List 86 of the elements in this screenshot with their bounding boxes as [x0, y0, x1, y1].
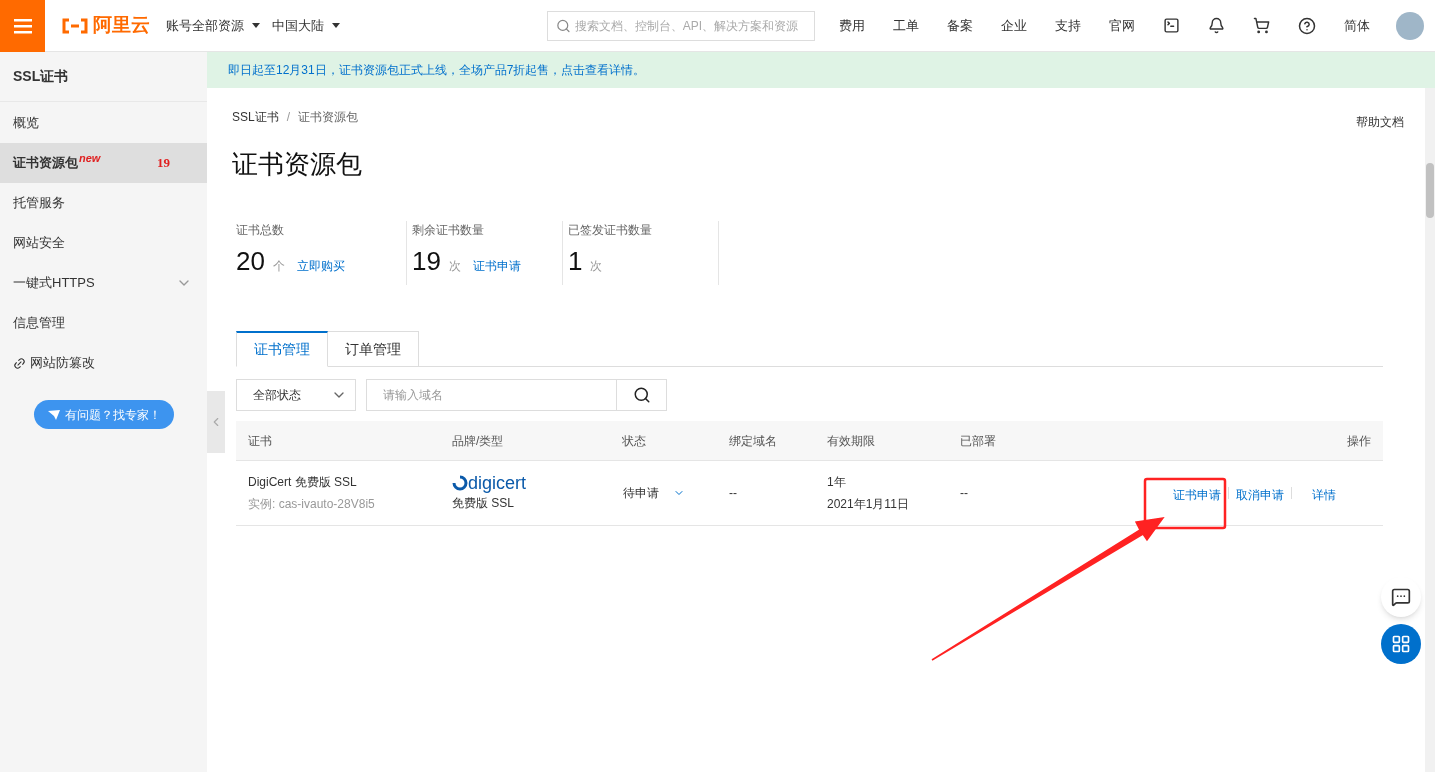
promo-banner[interactable]: 即日起至12月31日，证书资源包正式上线，全场产品7折起售，点击查看详情。 — [207, 52, 1435, 88]
region-dropdown[interactable]: 中国大陆 — [272, 15, 340, 36]
status-text: 待申请 — [623, 485, 659, 502]
nav-link[interactable]: 费用 — [839, 15, 865, 36]
stat-label: 证书总数 — [236, 222, 285, 239]
item-count: 19 — [157, 154, 170, 173]
column-header: 品牌/类型 — [451, 432, 505, 450]
bird-icon — [46, 408, 61, 421]
item-label: 证书资源包 — [13, 154, 78, 173]
stat-label: 已签发证书数量 — [568, 222, 653, 239]
sidebar-item[interactable]: 托管服务 — [0, 183, 207, 223]
chat-button[interactable] — [1381, 577, 1421, 617]
brand-logo: digicert — [452, 472, 610, 493]
search-icon — [632, 386, 651, 404]
item-label: 网站防篡改 — [30, 354, 95, 373]
column-header: 证书 — [247, 432, 273, 450]
stat-link[interactable]: 立即购买 — [296, 257, 345, 275]
tab[interactable]: 证书管理 — [236, 331, 328, 367]
search-icon — [556, 17, 571, 34]
certificate-name: DigiCert 免费版 SSL — [248, 474, 358, 491]
terminal-icon[interactable] — [1163, 17, 1180, 34]
logo-icon — [452, 474, 468, 491]
item-label: 概览 — [13, 114, 39, 133]
stat-unit: 次 — [448, 258, 461, 275]
sidebar-item[interactable]: 概览 — [0, 103, 207, 143]
sidebar-item[interactable]: 一键式HTTPS — [0, 263, 207, 303]
column-header: 已部署 — [959, 432, 997, 450]
breadcrumb-link[interactable]: SSL证书 — [232, 108, 279, 126]
item-label: 网站安全 — [13, 234, 65, 253]
nav-link[interactable]: 工单 — [893, 15, 919, 36]
stat-link[interactable]: 证书申请 — [472, 257, 521, 275]
stat-value: 20 — [236, 247, 265, 275]
menu-button[interactable] — [0, 0, 45, 52]
logo-icon — [61, 17, 89, 34]
help-icon[interactable] — [1298, 16, 1316, 35]
nav-link[interactable]: 支持 — [1055, 15, 1081, 36]
account-dropdown[interactable]: 账号全部资源 — [166, 15, 260, 36]
domain-input[interactable]: 请输入域名 — [366, 379, 617, 411]
sidebar-item[interactable]: 网站防篡改 — [0, 343, 207, 383]
column-header: 操作 — [1346, 432, 1372, 450]
scrollbar-thumb[interactable] — [1426, 163, 1434, 218]
collapse-handle[interactable] — [207, 391, 225, 453]
stat-unit: 个 — [272, 258, 285, 275]
cart-icon[interactable] — [1253, 17, 1270, 34]
page-title: 证书资源包 — [232, 148, 363, 181]
apps-icon — [1391, 634, 1411, 654]
table-cell-text: -- — [959, 485, 969, 502]
brand-type: 免费版 SSL — [452, 494, 515, 512]
menu-icon — [13, 17, 32, 34]
expiry-date: 2021年1月11日 — [827, 496, 910, 513]
nav-link[interactable]: 企业 — [1001, 15, 1027, 36]
caret-icon — [252, 23, 260, 28]
item-label: 信息管理 — [13, 314, 65, 333]
sidebar-item[interactable]: 信息管理 — [0, 303, 207, 343]
caret-icon — [332, 23, 340, 28]
item-label: 托管服务 — [13, 194, 65, 213]
stat-value: 1 — [568, 247, 583, 275]
logo-text: 阿里云 — [93, 13, 150, 38]
stat-unit: 次 — [590, 258, 603, 275]
search-button[interactable] — [617, 379, 667, 411]
sidebar-item[interactable]: 网站安全 — [0, 223, 207, 263]
validity-period: 1年 — [827, 474, 847, 491]
action-link[interactable]: 取消申请 — [1236, 486, 1284, 504]
help-docs-link[interactable]: 帮助文档 — [1356, 113, 1404, 131]
column-header: 有效期限 — [826, 432, 876, 450]
action-link[interactable]: 证书申请 — [1173, 486, 1221, 504]
apps-button[interactable] — [1381, 624, 1421, 664]
chat-icon — [1391, 587, 1411, 607]
nav-link[interactable]: 官网 — [1109, 15, 1135, 36]
new-tag: new — [79, 150, 101, 167]
column-header: 绑定域名 — [728, 432, 778, 450]
table-cell-text: -- — [728, 485, 738, 502]
search-field[interactable]: 搜索文档、控制台、API、解决方案和资源 — [547, 10, 815, 41]
breadcrumb-separator: / — [286, 109, 291, 126]
bell-icon[interactable] — [1208, 17, 1225, 34]
breadcrumb-current: 证书资源包 — [298, 109, 359, 126]
nav-link[interactable]: 备案 — [947, 15, 973, 36]
column-header: 状态 — [621, 432, 647, 450]
instance-id: 实例: cas-ivauto-28V8i5 — [248, 496, 376, 513]
action-link[interactable]: 详情 — [1312, 486, 1336, 504]
stat-value: 19 — [412, 247, 441, 275]
language-link[interactable]: 简体 — [1344, 15, 1370, 36]
tab[interactable]: 订单管理 — [328, 331, 419, 367]
status-select[interactable]: 全部状态 — [236, 379, 356, 411]
stat-label: 剩余证书数量 — [412, 222, 485, 239]
item-label: 一键式HTTPS — [13, 274, 95, 293]
